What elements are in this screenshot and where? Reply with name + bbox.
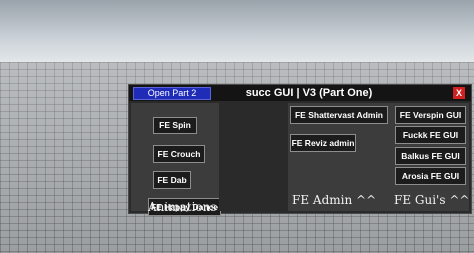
fe-admin-label: FE Admin ^^ [292, 193, 377, 207]
fe-crouch-button[interactable]: FE Crouch [153, 145, 205, 163]
skybox [0, 0, 474, 62]
close-button[interactable]: X [453, 87, 465, 99]
open-part-2-button[interactable]: Open Part 2 [133, 87, 211, 100]
panel-gap [219, 103, 288, 211]
animations-label: Animations [148, 200, 217, 214]
fe-spin-button[interactable]: FE Spin [153, 117, 197, 134]
animations-panel: FE Spin FE Crouch FE Dab FE Happy Dance [131, 103, 221, 216]
title-bar[interactable]: Open Part 2 succ GUI | V3 (Part One) X [129, 85, 471, 101]
fe-guis-label: FE Gui's ^^ [394, 193, 470, 207]
fe-shattervast-admin-button[interactable]: FE Shattervast Admin [290, 106, 388, 124]
arosia-fe-gui-button[interactable]: Arosia FE GUI [395, 167, 466, 185]
balkus-fe-gui-button[interactable]: Balkus FE GUI [395, 147, 466, 165]
succ-gui-window: Open Part 2 succ GUI | V3 (Part One) X F… [128, 84, 472, 216]
fe-verspin-gui-button[interactable]: FE Verspin GUI [395, 106, 466, 124]
fe-dab-button[interactable]: FE Dab [153, 171, 191, 189]
window-title: succ GUI | V3 (Part One) [245, 87, 373, 99]
fuckk-fe-gui-button[interactable]: Fuckk FE GUI [395, 126, 466, 144]
fe-reviz-admin-button[interactable]: FE Reviz admin [290, 134, 356, 152]
